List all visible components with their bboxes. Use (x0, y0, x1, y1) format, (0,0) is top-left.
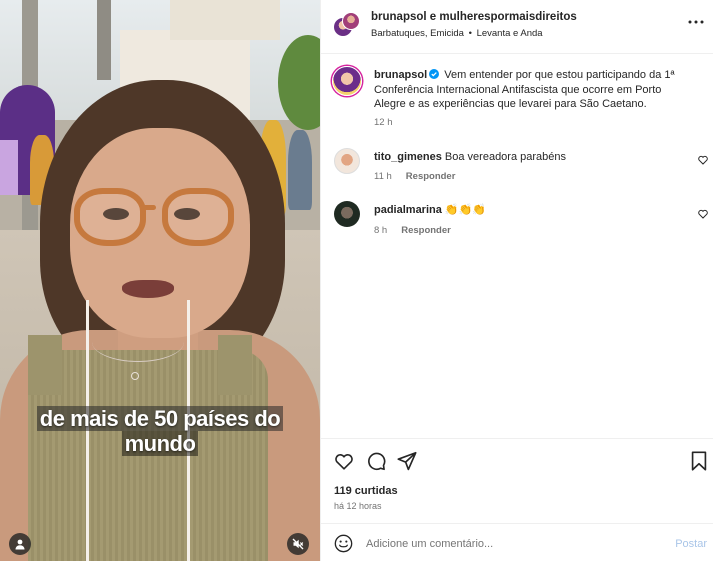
reply-button[interactable]: Responder (406, 171, 456, 182)
audio-artist[interactable]: Barbatuques, Emicida (371, 28, 464, 39)
tank-top-strap (28, 335, 62, 395)
collab-avatars[interactable] (333, 12, 360, 38)
video-subtitle-line-1: de mais de 50 países do (36, 406, 284, 431)
comment-item: padialmarina 👏👏👏 8 h Responder (321, 200, 713, 240)
add-comment-bar: Postar (321, 523, 713, 561)
caption-time: 12 h (374, 117, 393, 128)
heart-icon[interactable] (333, 450, 355, 472)
necklace (92, 322, 184, 362)
post-header: brunapsol e mulherespormaisdireitos Barb… (321, 0, 713, 54)
caption-timestamp[interactable]: 12 h (374, 117, 393, 128)
audio-info[interactable]: Barbatuques, Emicida • Levanta e Anda (371, 28, 543, 39)
post-caption: brunapsol Vem entender por que estou par… (321, 65, 713, 135)
avatar[interactable] (334, 148, 360, 174)
avatar[interactable] (332, 66, 362, 96)
share-icon[interactable] (396, 450, 418, 472)
video-background-building-top (170, 0, 280, 40)
reel-video[interactable]: de mais de 50 países do mundo (0, 0, 320, 561)
muted-speaker-icon (292, 538, 304, 550)
post-timestamp: há 12 horas (334, 501, 382, 511)
avatar[interactable] (334, 201, 360, 227)
tagged-people-button[interactable] (9, 533, 31, 555)
necklace-pendant (131, 372, 139, 380)
comment-input[interactable] (366, 538, 508, 550)
comment-text-block: padialmarina 👏👏👏 (374, 203, 684, 218)
reply-button[interactable]: Responder (401, 225, 451, 236)
mute-toggle-button[interactable] (287, 533, 309, 555)
comment-like-heart-icon[interactable] (698, 155, 708, 165)
woman-mouth (122, 280, 174, 298)
video-subtitle: de mais de 50 países do mundo (0, 406, 320, 456)
comment-meta: 11 h Responder (374, 171, 455, 182)
video-background-person (288, 130, 312, 210)
divider (321, 438, 713, 439)
video-background-pole (97, 0, 111, 80)
tank-top-strap (218, 335, 252, 395)
comment-username[interactable]: tito_gimenes (374, 151, 442, 163)
caption-username[interactable]: brunapsol (374, 69, 427, 81)
video-background-banner (0, 140, 18, 195)
comment-item: tito_gimenes Boa vereadora parabéns 11 h… (321, 146, 713, 186)
audio-track[interactable]: Levanta e Anda (477, 28, 543, 39)
comment-text: Boa vereadora parabéns (444, 151, 567, 163)
comment-meta: 8 h Responder (374, 225, 451, 236)
video-subtitle-line-2: mundo (121, 431, 199, 456)
comment-icon[interactable] (365, 450, 387, 472)
comment-text-block: tito_gimenes Boa vereadora parabéns (374, 150, 684, 165)
likes-count[interactable]: 119 curtidas (334, 485, 398, 497)
comment-username[interactable]: padialmarina (374, 204, 442, 216)
audio-separator: • (468, 28, 472, 39)
post-authors[interactable]: brunapsol e mulherespormaisdireitos (371, 11, 577, 23)
glasses-lens-left (74, 188, 146, 246)
post-comment-button[interactable]: Postar (675, 538, 707, 550)
verified-badge-icon (429, 69, 440, 79)
caption-text-block: brunapsol Vem entender por que estou par… (374, 68, 684, 112)
emoji-icon[interactable] (334, 534, 353, 553)
comment-time[interactable]: 11 h (374, 171, 392, 182)
person-icon (15, 539, 25, 550)
more-options-icon[interactable] (688, 19, 704, 25)
comment-text: 👏👏👏 (444, 204, 487, 216)
post-details-panel: brunapsol e mulherespormaisdireitos Barb… (320, 0, 713, 561)
glasses-bridge (140, 205, 156, 210)
bookmark-icon[interactable] (688, 450, 710, 472)
glasses-lens-right (162, 188, 234, 246)
comment-like-heart-icon[interactable] (698, 209, 708, 219)
comment-time[interactable]: 8 h (374, 225, 387, 236)
avatar[interactable] (342, 12, 360, 30)
